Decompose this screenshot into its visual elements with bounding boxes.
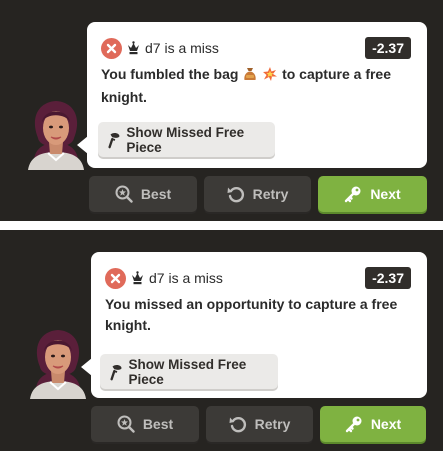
next-label: Next xyxy=(370,186,401,202)
coach-feedback-panel: d7 is a miss -2.37 You missed an opportu… xyxy=(0,230,443,451)
search-star-icon xyxy=(117,415,135,433)
miss-icon xyxy=(101,37,122,59)
coach-avatar xyxy=(24,98,88,170)
eval-score-badge: -2.37 xyxy=(365,37,411,59)
show-missed-piece-label: Show Missed Free Piece xyxy=(126,124,245,155)
best-label: Best xyxy=(140,186,172,202)
magic-wand-icon xyxy=(108,132,120,148)
search-star-icon xyxy=(115,185,133,203)
best-label: Best xyxy=(142,416,174,432)
best-button[interactable]: Best xyxy=(89,176,197,212)
retry-icon xyxy=(229,416,246,433)
money-bag-icon xyxy=(243,66,257,87)
miss-icon xyxy=(105,267,126,289)
move-text: d7 is a miss xyxy=(149,270,223,286)
key-icon xyxy=(345,416,362,433)
next-button[interactable]: Next xyxy=(318,176,427,212)
action-buttons: Best Retry Next xyxy=(89,176,427,212)
feedback-message: You missed an opportunity to capture a f… xyxy=(105,294,411,336)
feedback-bubble: d7 is a miss -2.37 You missed an opportu… xyxy=(81,252,427,398)
panel-divider xyxy=(0,221,443,230)
best-button[interactable]: Best xyxy=(91,406,199,442)
explosion-icon xyxy=(263,66,278,87)
queen-piece-icon xyxy=(127,41,140,55)
next-button[interactable]: Next xyxy=(320,406,426,442)
show-missed-piece-label: Show Missed Free Piece xyxy=(128,356,247,387)
queen-piece-icon xyxy=(131,271,144,285)
feedback-bubble: d7 is a miss -2.37 You fumbled the bag t… xyxy=(77,22,427,168)
action-buttons: Best Retry Next xyxy=(91,406,426,442)
retry-label: Retry xyxy=(252,186,289,202)
retry-label: Retry xyxy=(254,416,291,432)
retry-icon xyxy=(227,186,244,203)
show-missed-piece-button[interactable]: Show Missed Free Piece xyxy=(100,354,278,389)
message-text: You fumbled the bag xyxy=(101,66,239,82)
message-text: You missed an opportunity to capture a f… xyxy=(105,296,398,333)
move-text: d7 is a miss xyxy=(145,40,219,56)
next-label: Next xyxy=(370,416,402,432)
feedback-header: d7 is a miss xyxy=(101,37,219,59)
feedback-header: d7 is a miss xyxy=(105,267,223,289)
feedback-message: You fumbled the bag to capture a free kn… xyxy=(101,64,407,108)
key-icon xyxy=(345,186,361,203)
eval-score-badge: -2.37 xyxy=(365,267,411,289)
show-missed-piece-button[interactable]: Show Missed Free Piece xyxy=(98,122,275,157)
coach-feedback-panel: d7 is a miss -2.37 You fumbled the bag t… xyxy=(0,0,443,221)
retry-button[interactable]: Retry xyxy=(206,406,313,442)
magic-wand-icon xyxy=(110,364,122,380)
retry-button[interactable]: Retry xyxy=(204,176,311,212)
